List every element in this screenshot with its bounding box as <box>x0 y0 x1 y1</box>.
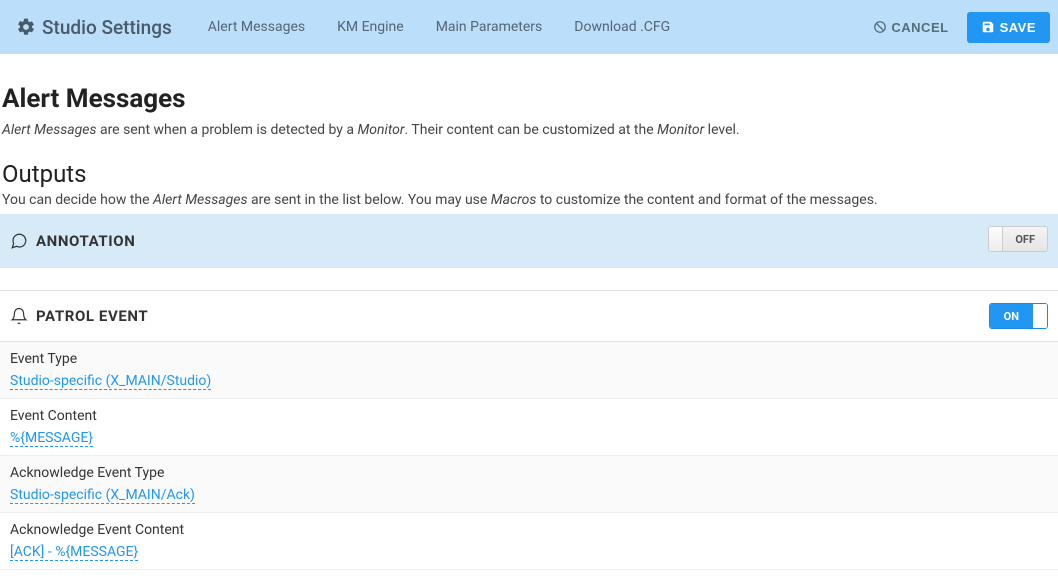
header-title-text: Studio Settings <box>42 16 172 39</box>
field-event-type: Event Type Studio-specific (X_MAIN/Studi… <box>0 342 1058 399</box>
outputs-desc-pre: You can decide how the <box>2 192 153 208</box>
field-event-content: Event Content %{MESSAGE} <box>0 399 1058 456</box>
outputs-description: You can decide how the Alert Messages ar… <box>0 192 1058 208</box>
field-value-link[interactable]: Studio-specific (X_MAIN/Ack) <box>10 487 195 504</box>
page-description: Alert Messages are sent when a problem i… <box>0 122 1058 138</box>
page-header-title: Studio Settings <box>16 16 172 39</box>
field-label: Acknowledge Event Type <box>10 465 1048 481</box>
header-actions: CANCEL SAVE <box>865 12 1050 43</box>
field-label: Event Type <box>10 351 1048 367</box>
nav-alert-messages[interactable]: Alert Messages <box>192 11 321 43</box>
desc-em-1: Alert Messages <box>2 122 96 138</box>
toggle-handle <box>1033 304 1047 328</box>
toggle-handle <box>989 227 1003 251</box>
outputs-desc-mid: are sent in the list below. You may use <box>248 192 491 208</box>
field-ack-event-content: Acknowledge Event Content [ACK] - %{MESS… <box>0 513 1058 570</box>
gear-icon <box>16 17 36 37</box>
desc-text-1: are sent when a problem is detected by a <box>96 122 357 138</box>
comment-icon <box>10 232 28 250</box>
cancel-label: CANCEL <box>891 20 948 35</box>
desc-text-3: level. <box>704 122 739 138</box>
patrol-toggle[interactable]: ON <box>989 303 1048 329</box>
nav-km-engine[interactable]: KM Engine <box>321 11 420 43</box>
bell-icon <box>10 307 28 325</box>
section-patrol: PATROL EVENT ON <box>0 290 1058 342</box>
nav-download-cfg[interactable]: Download .CFG <box>558 11 686 43</box>
toggle-label-on: ON <box>990 304 1033 328</box>
save-icon <box>981 20 995 34</box>
header-nav: Alert Messages KM Engine Main Parameters… <box>192 11 686 43</box>
field-label: Acknowledge Event Content <box>10 522 1048 538</box>
cancel-icon <box>873 20 887 34</box>
outputs-desc-em2: Macros <box>491 192 537 208</box>
annotation-toggle[interactable]: OFF <box>988 226 1048 255</box>
section-annotation: ANNOTATION OFF <box>0 214 1058 268</box>
desc-em-3: Monitor <box>657 122 704 138</box>
content-area: Alert Messages Alert Messages are sent w… <box>0 54 1058 570</box>
outputs-desc-tail: to customize the content and format of t… <box>536 192 877 208</box>
section-patrol-title: PATROL EVENT <box>36 307 148 325</box>
desc-text-2: . Their content can be customized at the <box>405 122 658 138</box>
save-button[interactable]: SAVE <box>967 12 1050 43</box>
field-ack-event-type: Acknowledge Event Type Studio-specific (… <box>0 456 1058 513</box>
outputs-desc-em1: Alert Messages <box>153 192 247 208</box>
toggle-label-off: OFF <box>1003 227 1047 251</box>
cancel-button[interactable]: CANCEL <box>865 14 956 41</box>
save-label: SAVE <box>1000 20 1036 35</box>
nav-main-parameters[interactable]: Main Parameters <box>420 11 559 43</box>
page-title: Alert Messages <box>0 84 1058 114</box>
field-value-link[interactable]: Studio-specific (X_MAIN/Studio) <box>10 373 211 390</box>
field-value-link[interactable]: [ACK] - %{MESSAGE} <box>10 544 138 561</box>
desc-em-2: Monitor <box>357 122 404 138</box>
field-value-link[interactable]: %{MESSAGE} <box>10 430 93 447</box>
outputs-title: Outputs <box>0 160 1058 188</box>
field-label: Event Content <box>10 408 1048 424</box>
header-bar: Studio Settings Alert Messages KM Engine… <box>0 0 1058 54</box>
section-annotation-title: ANNOTATION <box>36 232 135 250</box>
